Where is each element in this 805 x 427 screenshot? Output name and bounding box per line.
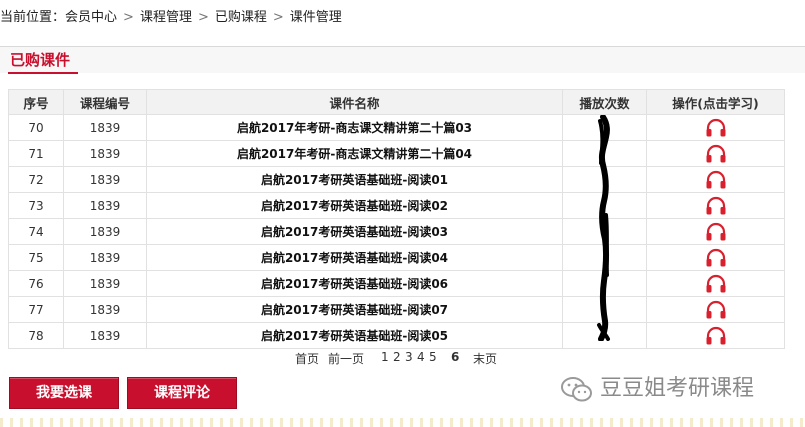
cell-operation (646, 192, 785, 219)
cell-operation (646, 244, 785, 271)
cell-course-code: 1839 (63, 244, 147, 271)
table-header-row: 序号 课程编号 课件名称 播放次数 操作(点击学习) (8, 89, 785, 115)
cell-no: 76 (8, 270, 64, 297)
pager-prev[interactable]: 前一页 (328, 350, 364, 367)
pagination: 首页 前一页 1 2 3 4 5 6 末页 (0, 350, 805, 370)
breadcrumb: 当前位置：会员中心 > 课程管理 > 已购课程 > 课件管理 (0, 0, 805, 36)
cell-no: 78 (8, 322, 64, 349)
cell-operation (646, 322, 785, 349)
cell-operation (646, 166, 785, 193)
cell-course-code: 1839 (63, 192, 147, 219)
breadcrumb-separator: > (123, 10, 134, 25)
choose-course-button[interactable]: 我要选课 (9, 377, 119, 409)
headphones-icon[interactable] (705, 326, 727, 346)
pager-first[interactable]: 首页 (295, 350, 319, 367)
cell-no: 77 (8, 296, 64, 323)
cell-no: 73 (8, 192, 64, 219)
cell-operation (646, 218, 785, 245)
pager-page-1[interactable]: 1 (381, 350, 389, 364)
table-row: 71 1839 启航2017年考研-商志课文精讲第二十篇04 (8, 140, 785, 167)
cell-course-code: 1839 (63, 270, 147, 297)
cell-courseware-name[interactable]: 启航2017考研英语基础班-阅读01 (146, 166, 563, 193)
headphones-icon[interactable] (705, 300, 727, 320)
cell-course-code: 1839 (63, 166, 147, 193)
breadcrumb-item-course-management[interactable]: 课程管理 (140, 0, 192, 36)
cell-no: 70 (8, 114, 64, 141)
cell-courseware-name[interactable]: 启航2017考研英语基础班-阅读06 (146, 270, 563, 297)
title-underline (8, 72, 78, 74)
pager-page-4[interactable]: 4 (417, 350, 425, 364)
header-courseware-name: 课件名称 (146, 89, 563, 115)
watermark-text: 豆豆姐考研课程 (600, 376, 755, 401)
table-row: 74 1839 启航2017考研英语基础班-阅读03 (8, 218, 785, 245)
cell-operation (646, 270, 785, 297)
headphones-icon[interactable] (705, 170, 727, 190)
cell-course-code: 1839 (63, 140, 147, 167)
cell-courseware-name[interactable]: 启航2017考研英语基础班-阅读04 (146, 244, 563, 271)
cell-course-code: 1839 (63, 322, 147, 349)
course-review-button[interactable]: 课程评论 (127, 377, 237, 409)
cell-no: 72 (8, 166, 64, 193)
cell-courseware-name[interactable]: 启航2017年考研-商志课文精讲第二十篇03 (146, 114, 563, 141)
headphones-icon[interactable] (705, 248, 727, 268)
cell-operation (646, 140, 785, 167)
table-row: 78 1839 启航2017考研英语基础班-阅读05 (8, 322, 785, 349)
page-title: 已购课件 (10, 51, 71, 69)
header-course-code: 课程编号 (63, 89, 147, 115)
table-row: 75 1839 启航2017考研英语基础班-阅读04 (8, 244, 785, 271)
breadcrumb-item-courseware-management: 课件管理 (289, 10, 342, 25)
breadcrumb-separator: > (272, 10, 284, 25)
cell-no: 75 (8, 244, 64, 271)
watermark: 豆豆姐考研课程 (560, 372, 800, 406)
headphones-icon[interactable] (705, 118, 727, 138)
table-body: 70 1839 启航2017年考研-商志课文精讲第二十篇03 71 1839 启航2017… (8, 114, 785, 349)
cell-courseware-name[interactable]: 启航2017年考研-商志课文精讲第二十篇04 (146, 140, 563, 167)
cell-course-code: 1839 (63, 296, 147, 323)
header-operation: 操作(点击学习) (646, 89, 785, 115)
courseware-table: 序号 课程编号 课件名称 播放次数 操作(点击学习) 70 1839 启航2017年… (8, 89, 785, 349)
headphones-icon[interactable] (705, 144, 727, 164)
pager-last[interactable]: 末页 (473, 350, 497, 367)
decorative-dots (0, 418, 805, 427)
table-row: 72 1839 启航2017考研英语基础班-阅读01 (8, 166, 785, 193)
headphones-icon[interactable] (705, 274, 727, 294)
headphones-icon[interactable] (705, 222, 727, 242)
table-row: 76 1839 启航2017考研英语基础班-阅读06 (8, 270, 785, 297)
panel-header: 已购课件 (0, 46, 805, 73)
cell-courseware-name[interactable]: 启航2017考研英语基础班-阅读07 (146, 296, 563, 323)
pager-page-6-current: 6 (451, 350, 460, 364)
header-no: 序号 (8, 89, 64, 115)
pager-page-5[interactable]: 5 (429, 350, 437, 364)
cell-courseware-name[interactable]: 启航2017考研英语基础班-阅读05 (146, 322, 563, 349)
table-row: 77 1839 启航2017考研英语基础班-阅读07 (8, 296, 785, 323)
cell-course-code: 1839 (63, 114, 147, 141)
table-row: 73 1839 启航2017考研英语基础班-阅读02 (8, 192, 785, 219)
header-play-count: 播放次数 (562, 89, 647, 115)
cell-no: 71 (8, 140, 64, 167)
cell-courseware-name[interactable]: 启航2017考研英语基础班-阅读03 (146, 218, 563, 245)
cell-operation (646, 296, 785, 323)
breadcrumb-separator: > (197, 10, 209, 25)
pager-page-3[interactable]: 3 (405, 350, 413, 364)
cell-operation (646, 114, 785, 141)
redaction-scribble (597, 115, 610, 341)
breadcrumb-item-purchased-courses[interactable]: 已购课程 (215, 0, 267, 36)
table-row: 70 1839 启航2017年考研-商志课文精讲第二十篇03 (8, 114, 785, 141)
cell-courseware-name[interactable]: 启航2017考研英语基础班-阅读02 (146, 192, 563, 219)
pager-page-2[interactable]: 2 (393, 350, 401, 364)
headphones-icon[interactable] (705, 196, 727, 216)
cell-no: 74 (8, 218, 64, 245)
cell-course-code: 1839 (63, 218, 147, 245)
breadcrumb-item-member-center[interactable]: 会员中心 (65, 0, 117, 36)
wechat-icon (561, 377, 592, 402)
breadcrumb-prefix: 当前位置： (0, 10, 66, 25)
